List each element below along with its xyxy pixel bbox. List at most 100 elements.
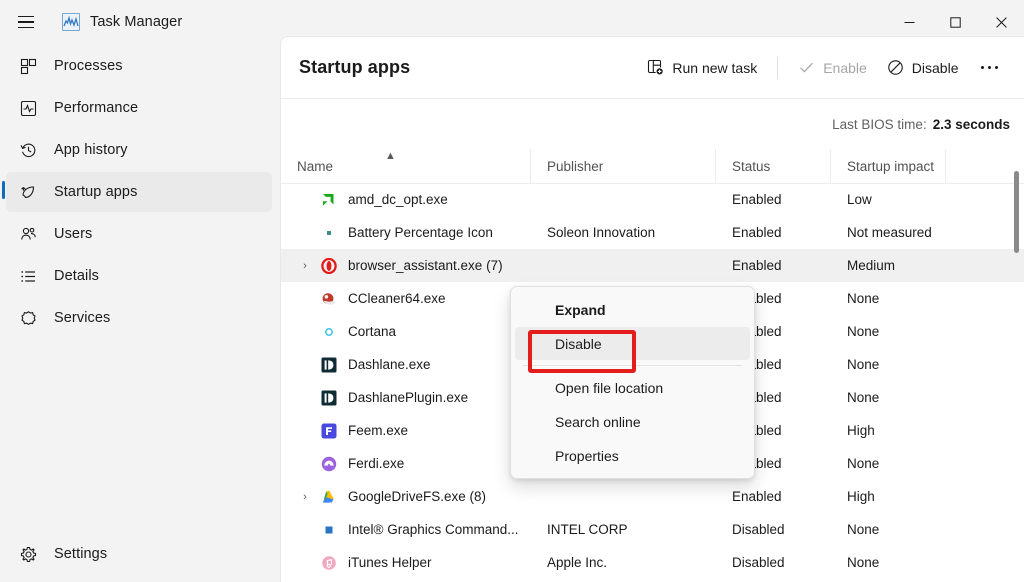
last-bios-time-value: 2.3 seconds <box>933 117 1010 132</box>
sidebar-navigation: Processes Performance App history <box>0 44 280 582</box>
app-name-label: DashlanePlugin.exe <box>348 390 468 405</box>
toolbar-divider <box>777 57 778 79</box>
scrollbar-thumb[interactable] <box>1014 171 1019 253</box>
processes-grid-icon <box>18 56 38 76</box>
column-header-name[interactable]: ▲ Name <box>281 149 531 183</box>
app-name-label: browser_assistant.exe (7) <box>348 258 503 273</box>
cell-startup-impact: None <box>831 282 946 315</box>
task-manager-chart-icon <box>62 13 80 31</box>
sidebar-item-processes[interactable]: Processes <box>6 46 272 86</box>
cell-startup-impact: None <box>831 447 946 480</box>
sidebar-item-startup-apps[interactable]: Startup apps <box>6 172 272 212</box>
impact-label: Low <box>831 192 946 207</box>
context-menu-item-disable[interactable]: Disable <box>515 327 750 360</box>
column-header-startup-impact[interactable]: Startup impact <box>831 149 946 183</box>
cell-name: Dashlane.exe <box>281 348 531 381</box>
prohibition-icon <box>887 59 904 76</box>
cell-publisher <box>531 249 716 282</box>
cell-publisher <box>531 480 716 513</box>
column-header-label: Publisher <box>531 159 716 174</box>
app-name-label: GoogleDriveFS.exe (8) <box>348 489 486 504</box>
app-name-label: Dashlane.exe <box>348 357 431 372</box>
sidebar-item-users[interactable]: Users <box>6 214 272 254</box>
status-label: Enabled <box>716 225 831 240</box>
cell-status: Enabled <box>716 183 831 216</box>
app-name-label: amd_dc_opt.exe <box>348 192 448 207</box>
cell-startup-impact: None <box>831 513 946 546</box>
enable-button: Enable <box>788 52 877 84</box>
context-menu-item-properties[interactable]: Properties <box>515 439 750 472</box>
context-menu-item-expand[interactable]: Expand <box>515 293 750 326</box>
sidebar-item-performance[interactable]: Performance <box>6 88 272 128</box>
sidebar-item-settings[interactable]: Settings <box>6 534 272 574</box>
publisher-label: Apple Inc. <box>531 555 716 570</box>
column-header-label: Name <box>281 159 531 174</box>
sidebar-item-services[interactable]: Services <box>6 298 272 338</box>
status-label: Disabled <box>716 555 831 570</box>
intel-icon <box>321 522 337 538</box>
sort-ascending-icon: ▲ <box>385 151 396 162</box>
last-bios-time-label: Last BIOS time: <box>832 117 927 132</box>
table-row[interactable]: iTunes HelperApple Inc.DisabledNone <box>281 546 1024 579</box>
sidebar-item-label: App history <box>54 142 128 158</box>
google-drive-icon <box>321 489 337 505</box>
table-row[interactable]: Battery Percentage Icon Soleon Innovation… <box>281 216 1024 249</box>
sidebar-item-details[interactable]: Details <box>6 256 272 296</box>
cell-name: › browser_assistant.exe (7) <box>281 249 531 282</box>
cortana-icon <box>321 324 337 340</box>
amd-icon <box>321 192 337 208</box>
users-icon <box>18 224 38 244</box>
cell-startup-impact: Medium <box>831 249 946 282</box>
context-menu-item-open-file-location[interactable]: Open file location <box>515 371 750 404</box>
sidebar-item-label: Processes <box>54 58 123 74</box>
ellipsis-icon <box>973 66 1007 70</box>
context-menu-item-search-online[interactable]: Search online <box>515 405 750 438</box>
cell-startup-impact: None <box>831 348 946 381</box>
column-header-status[interactable]: Status <box>716 149 831 183</box>
column-header-publisher[interactable]: Publisher <box>531 149 716 183</box>
details-list-icon <box>18 266 38 286</box>
gear-icon <box>18 544 38 564</box>
hamburger-icon[interactable] <box>4 0 48 44</box>
expand-chevron-icon[interactable]: › <box>297 491 313 503</box>
startup-rocket-icon <box>18 182 38 202</box>
more-options-button[interactable] <box>969 52 1011 84</box>
context-menu-separator <box>523 365 742 366</box>
cell-name: Cortana <box>281 315 531 348</box>
impact-label: High <box>831 489 946 504</box>
cell-startup-impact: Not measured <box>831 216 946 249</box>
task-manager-window: Task Manager Processes <box>0 0 1024 582</box>
status-label: Enabled <box>716 258 831 273</box>
column-header-label: Status <box>716 159 831 174</box>
disable-button[interactable]: Disable <box>877 52 969 84</box>
impact-label: None <box>831 522 946 537</box>
run-new-task-button[interactable]: Run new task <box>637 52 767 84</box>
sidebar-item-label: Startup apps <box>54 184 137 200</box>
enable-label: Enable <box>823 60 867 76</box>
cell-extra <box>946 546 1024 579</box>
cell-startup-impact: None <box>831 381 946 414</box>
sidebar-item-label: Details <box>54 268 99 284</box>
toolbar-actions: Run new task Enable <box>637 52 1010 84</box>
table-row[interactable]: ›GoogleDriveFS.exe (8)EnabledHigh <box>281 480 1024 513</box>
table-row[interactable]: Intel® Graphics Command...INTEL CORPDisa… <box>281 513 1024 546</box>
opera-icon <box>321 258 337 274</box>
table-row[interactable]: › browser_assistant.exe (7) EnabledMedium <box>281 249 1024 282</box>
impact-label: None <box>831 357 946 372</box>
checkmark-icon <box>798 59 815 76</box>
history-clock-icon <box>18 140 38 160</box>
impact-label: None <box>831 456 946 471</box>
cell-startup-impact: None <box>831 315 946 348</box>
table-scrollbar[interactable] <box>1010 171 1022 541</box>
publisher-label: Soleon Innovation <box>531 225 716 240</box>
impact-label: None <box>831 291 946 306</box>
sidebar-item-app-history[interactable]: App history <box>6 130 272 170</box>
run-new-task-label: Run new task <box>672 60 757 76</box>
expand-chevron-icon[interactable]: › <box>297 260 313 272</box>
cell-status: Enabled <box>716 216 831 249</box>
sidebar-item-label: Performance <box>54 100 138 116</box>
app-name-label: Battery Percentage Icon <box>348 225 493 240</box>
last-bios-time-row: Last BIOS time: 2.3 seconds <box>281 99 1024 149</box>
cell-name: DashlanePlugin.exe <box>281 381 531 414</box>
table-row[interactable]: amd_dc_opt.exe EnabledLow <box>281 183 1024 216</box>
